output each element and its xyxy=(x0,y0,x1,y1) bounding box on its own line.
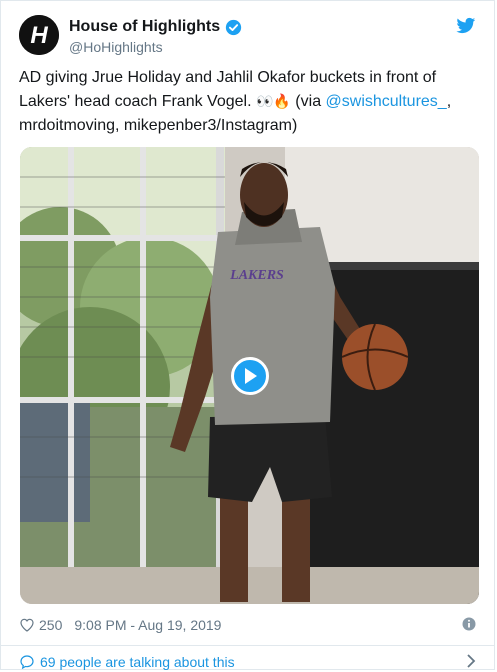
comment-bubble-icon xyxy=(20,655,34,670)
play-icon[interactable] xyxy=(230,356,269,395)
handle[interactable]: @HoHighlights xyxy=(69,38,242,56)
tweet-via: (via xyxy=(290,93,326,110)
heart-icon[interactable] xyxy=(19,617,35,633)
display-name-row[interactable]: House of Highlights xyxy=(69,17,242,37)
tweet-text: AD giving Jrue Holiday and Jahlil Okafor… xyxy=(19,66,479,138)
jersey-text: LAKERS xyxy=(229,268,284,283)
emoji-eyes-fire: 👀🔥 xyxy=(255,94,291,110)
svg-text:H: H xyxy=(30,22,48,49)
video-media[interactable]: LAKERS xyxy=(20,147,479,604)
hoh-logo-icon[interactable]: H xyxy=(19,15,59,55)
twitter-bird-icon[interactable] xyxy=(456,17,476,35)
like-count[interactable]: 250 xyxy=(39,617,62,633)
verified-icon xyxy=(225,19,242,35)
divider xyxy=(1,645,494,646)
talking-count[interactable]: 69 people are talking about this xyxy=(40,654,235,670)
timestamp[interactable]: 9:08 PM - Aug 19, 2019 xyxy=(74,617,221,633)
author-names: House of Highlights @HoHighlights xyxy=(69,17,242,56)
conversation-link[interactable]: 69 people are talking about this xyxy=(19,652,476,672)
info-icon[interactable] xyxy=(462,617,476,631)
mention-link[interactable]: @swishcultures_ xyxy=(326,93,447,110)
tweet-card: H House of Highlights @HoHighlights AD g… xyxy=(0,0,495,670)
tweet-meta: 250 9:08 PM - Aug 19, 2019 xyxy=(19,615,476,635)
tweet-header: H House of Highlights @HoHighlights xyxy=(19,15,476,59)
chevron-right-icon[interactable] xyxy=(466,654,476,668)
display-name[interactable]: House of Highlights xyxy=(69,17,220,37)
